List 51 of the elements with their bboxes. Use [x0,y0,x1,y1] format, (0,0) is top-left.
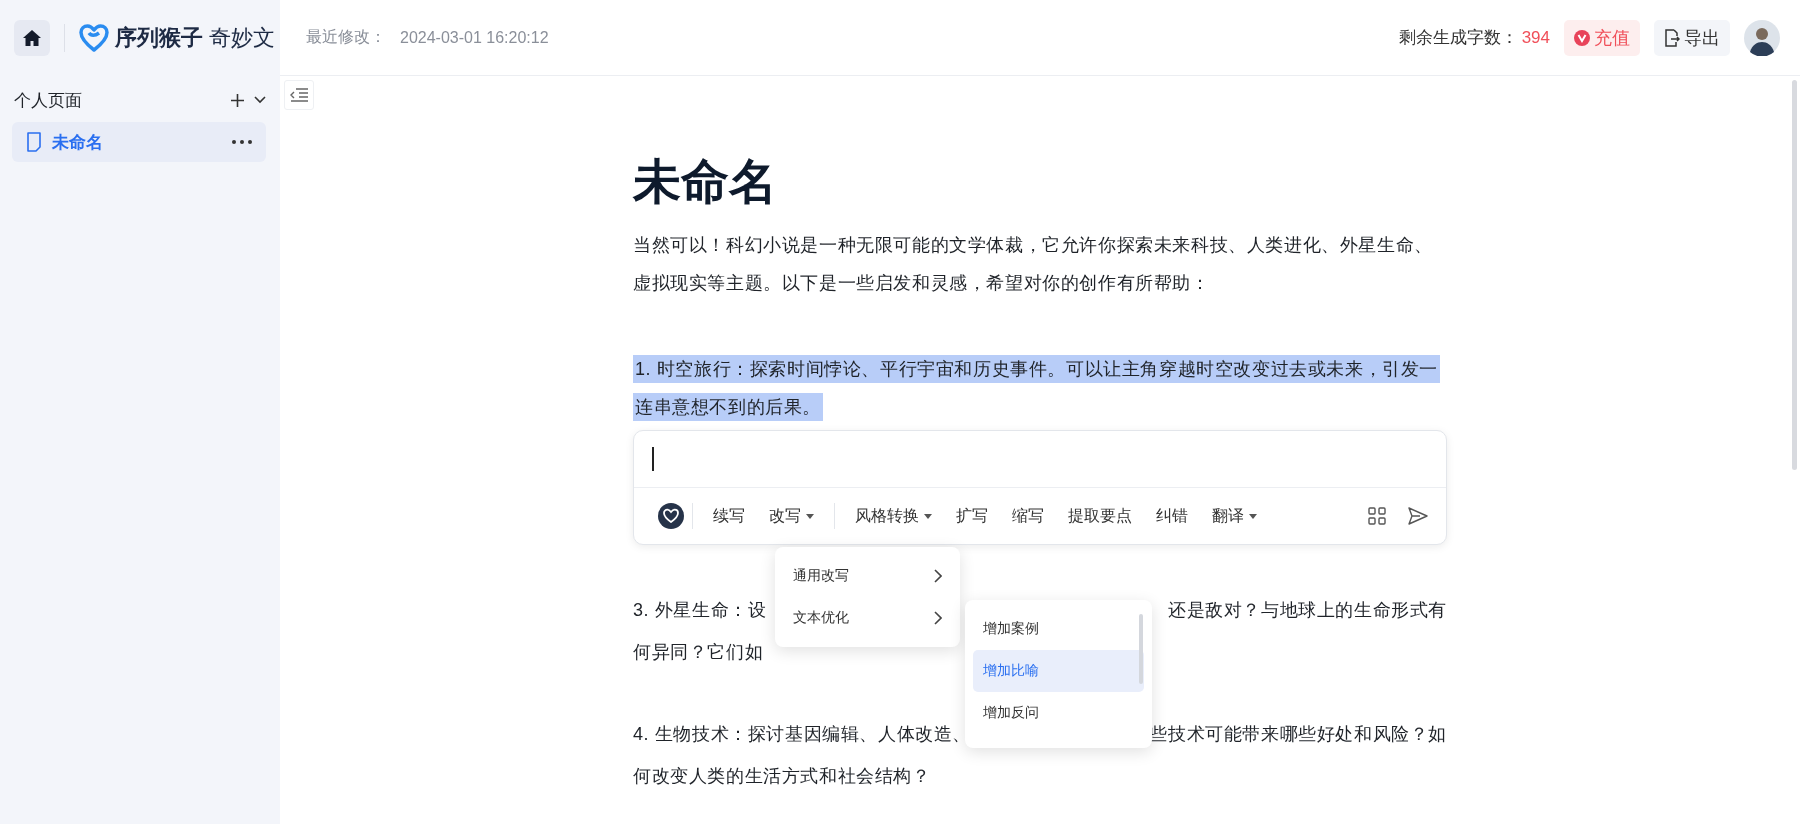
toolbar-action[interactable]: 翻译 [1200,505,1269,527]
collapse-icon [290,88,308,102]
caret-icon [806,513,814,519]
document-icon [26,132,42,152]
toolbar-action[interactable]: 扩写 [944,505,1000,527]
paragraph-fragment: 4. 生物技术：探讨基因编辑、人体改造、 [633,723,971,746]
export-button[interactable]: 导出 [1654,19,1730,56]
chevron-down-icon[interactable] [254,96,266,104]
menu-item[interactable]: 文本优化 [783,597,952,639]
paragraph-fragment: 何改变人类的生活方式和社会结构？ [633,765,931,788]
more-icon[interactable] [232,140,252,144]
product-name: 奇妙文 [209,24,275,52]
menu-item[interactable]: 通用改写 [783,555,952,597]
toolbar-action[interactable]: 续写 [701,505,757,527]
quota-count: 394 [1521,27,1550,48]
caret-icon [1249,513,1257,519]
home-icon [23,30,41,46]
toolbar-action[interactable]: 纠错 [1144,505,1200,527]
assistant-logo-icon[interactable] [658,503,684,529]
export-icon [1664,28,1680,47]
vip-icon [1574,29,1590,46]
last-modified-time: 2024-03-01 16:20:12 [400,28,550,47]
collapse-sidebar-button[interactable] [284,80,314,110]
toolbar-action[interactable]: 风格转换 [843,505,944,527]
toolbar-action[interactable]: 提取要点 [1056,505,1144,527]
last-modified-label: 最近修改： [306,27,386,47]
home-button[interactable] [14,20,50,56]
paragraph-fragment: 还是敌对？与地球上的生命形式有 [1168,599,1447,622]
quota-label: 剩余生成字数： [1398,27,1518,49]
menu-item[interactable]: 增加反问 [973,692,1144,734]
avatar[interactable] [1744,19,1780,56]
toolbar-action[interactable]: 缩写 [1000,505,1056,527]
caret-icon [924,513,932,519]
scrollbar[interactable] [1792,80,1797,470]
brand-name: 序列猴子 [115,24,203,52]
grid-icon[interactable] [1368,507,1386,525]
menu-item[interactable]: 增加案例 [973,608,1144,650]
menu-scrollbar[interactable] [1139,614,1143,684]
section-title: 个人页面 [14,89,83,112]
toolbar-action[interactable]: 改写 [757,505,826,527]
logo-icon [79,24,109,52]
add-icon[interactable] [231,93,244,107]
paragraph: 当然可以！科幻小说是一种无限可能的文学体裁，它允许你探索未来科技、人类进化、外星生命、 虚拟现实等主题。以下是一些启发和灵感，希望对你的创作有所帮助： [633,234,1434,295]
chevron-right-icon [934,569,942,583]
document-title: 未命名 [633,154,778,210]
paragraph-fragment: 3. 外星生命：设 [633,599,767,622]
chevron-right-icon [934,611,942,625]
paragraph-fragment: 何异同？它们如 [633,641,764,664]
menu-item[interactable]: 增加比喻 [973,650,1144,692]
send-icon[interactable] [1408,507,1428,525]
page-item[interactable]: 未命名 [12,122,266,162]
